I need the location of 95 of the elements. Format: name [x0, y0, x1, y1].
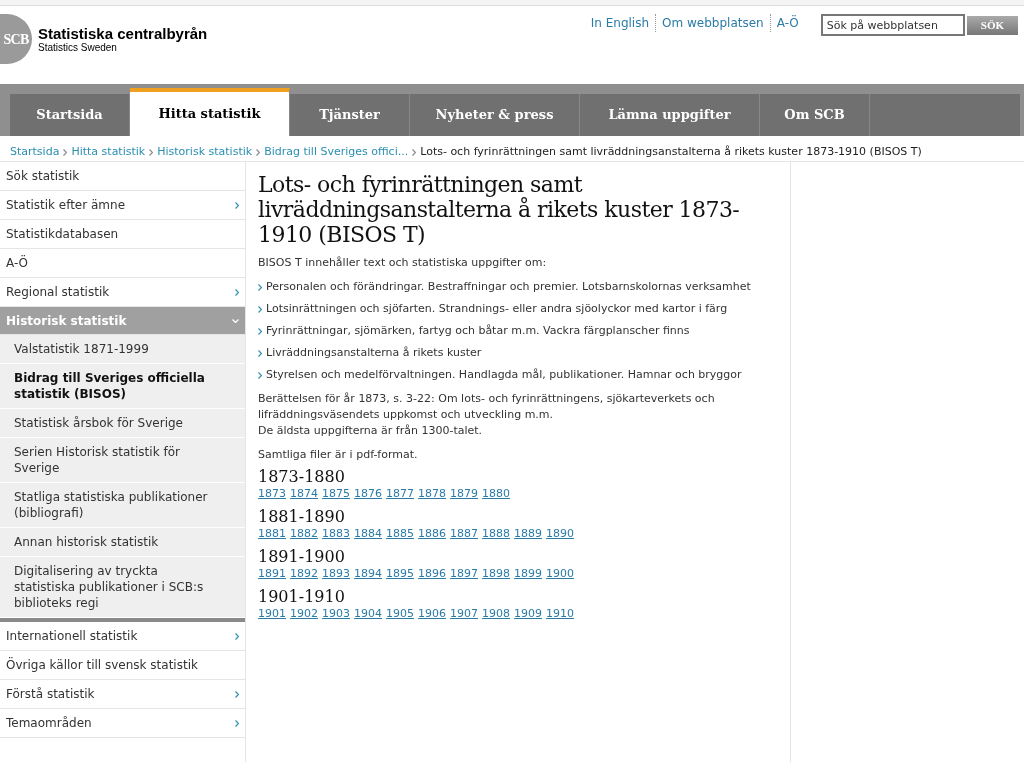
year-link[interactable]: 1875	[322, 487, 350, 501]
chevron-right-icon	[235, 201, 239, 209]
body-text: Berättelsen för år 1873, s. 3-22: Om lots- och fyrinrättningens, sjökarteverkets och lifräddningsväsendets uppkomst och utveckling m.m.	[258, 391, 716, 423]
year-link[interactable]: 1897	[450, 567, 478, 581]
year-link[interactable]: 1879	[450, 487, 478, 501]
year-link[interactable]: 1895	[386, 567, 414, 581]
separator-icon	[149, 148, 154, 156]
year-link[interactable]: 1894	[354, 567, 382, 581]
section-heading: 1891-1900	[258, 547, 346, 567]
bullet-icon	[258, 284, 262, 291]
sidebar-item-label: Förstå statistik	[6, 686, 95, 703]
sidebar-subitem[interactable]: Bidrag till Sveriges officiella statistik (BISOS)	[0, 364, 245, 409]
sidebar-subitem[interactable]: Valstatistik 1871-1999	[0, 335, 245, 364]
header-link[interactable]: In English	[584, 14, 656, 32]
sidebar-item-label: Temaområden	[6, 715, 92, 732]
separator-icon	[63, 148, 68, 156]
sidebar-subitem[interactable]: Statistisk årsbok för Sverige	[0, 409, 245, 438]
year-link[interactable]: 1906	[418, 607, 446, 621]
year-link[interactable]: 1890	[546, 527, 574, 541]
year-link[interactable]: 1900	[546, 567, 574, 581]
year-link[interactable]: 1878	[418, 487, 446, 501]
year-link[interactable]: 1876	[354, 487, 382, 501]
year-link[interactable]: 1898	[482, 567, 510, 581]
header-link[interactable]: Om webbplatsen	[655, 14, 770, 32]
sidebar-subitem[interactable]: Annan historisk statistik	[0, 528, 245, 557]
bullet-icon	[258, 372, 262, 379]
chevron-right-icon	[235, 719, 239, 727]
chevron-down-icon	[232, 318, 239, 323]
year-link[interactable]: 1893	[322, 567, 350, 581]
year-link[interactable]: 1892	[290, 567, 318, 581]
year-link[interactable]: 1907	[450, 607, 478, 621]
bullet-text: Personalen och förändringar. Bestraffningar och premier. Lotsbarnskolornas verksamhet	[266, 279, 751, 295]
bullet-text: Lotsinrättningen och sjöfarten. Strandnings- eller andra sjöolyckor med kartor i färg	[266, 301, 728, 317]
intro-text: BISOS T innehåller text och statistiska uppgifter om:	[258, 255, 548, 271]
sidebar-subitem[interactable]: Statliga statistiska publikationer (bibliografi)	[0, 483, 245, 528]
breadcrumb-link[interactable]: Historisk statistik	[157, 145, 253, 158]
year-link[interactable]: 1888	[482, 527, 510, 541]
separator-icon	[412, 148, 417, 156]
year-link[interactable]: 1881	[258, 527, 286, 541]
year-link[interactable]: 1880	[482, 487, 510, 501]
chevron-right-icon	[235, 288, 239, 296]
year-link[interactable]: 1873	[258, 487, 286, 501]
year-link[interactable]: 1901	[258, 607, 286, 621]
section-heading: 1873-1880	[258, 467, 346, 487]
body-text: De äldsta uppgifterna är från 1300-talet.	[258, 423, 484, 439]
year-link[interactable]: 1886	[418, 527, 446, 541]
year-link[interactable]: 1883	[322, 527, 350, 541]
year-link[interactable]: 1889	[514, 527, 542, 541]
year-link[interactable]: 1899	[514, 567, 542, 581]
section-heading: 1881-1890	[258, 507, 346, 527]
year-link[interactable]: 1905	[386, 607, 414, 621]
bullet-icon	[258, 350, 262, 357]
year-link[interactable]: 1902	[290, 607, 318, 621]
year-link[interactable]: 1882	[290, 527, 318, 541]
header-link[interactable]: A-Ö	[769, 14, 805, 32]
breadcrumb-current: Lots- och fyrinrättningen samt livräddningsanstalterna å rikets kuster 1873-1910 (BISOS T)	[420, 145, 922, 158]
year-link[interactable]: 1908	[482, 607, 510, 621]
bullet-text: Livräddningsanstalterna å rikets kuster	[266, 345, 482, 361]
year-link[interactable]: 1885	[386, 527, 414, 541]
section-heading: 1901-1910	[258, 587, 346, 607]
year-link[interactable]: 1891	[258, 567, 286, 581]
breadcrumb-link[interactable]: Hitta statistik	[71, 145, 146, 158]
sidebar-subitem[interactable]: Serien Historisk statistik för Sverige	[0, 438, 245, 483]
bullet-text: Styrelsen och medelförvaltningen. Handlagda mål, publikationer. Hamnar och bryggor	[266, 367, 742, 383]
sidebar-item-label: Statistik efter ämne	[6, 197, 126, 214]
year-link[interactable]: 1874	[290, 487, 318, 501]
sidebar-item[interactable]: Historisk statistik	[0, 307, 245, 335]
search-button[interactable]: SÖK	[966, 15, 1018, 35]
breadcrumb-link[interactable]: Bidrag till Sveriges offici...	[264, 145, 409, 158]
logo-mark[interactable]: SCB	[0, 14, 32, 64]
year-link[interactable]: 1909	[514, 607, 542, 621]
site-subtitle: Statistics Sweden	[38, 42, 118, 53]
bullet-icon	[258, 328, 262, 335]
sidebar-subitem[interactable]: Digitalisering av tryckta statistiska publikationer i SCB:s biblioteks regi	[0, 557, 245, 618]
chevron-right-icon	[235, 632, 239, 640]
page-title: Lots- och fyrinrättningen samt livräddningsanstalterna å rikets kuster 1873-1910 (BISOS T)	[258, 172, 741, 247]
separator-icon	[256, 148, 261, 156]
year-link[interactable]: 1877	[386, 487, 414, 501]
year-link[interactable]: 1904	[354, 607, 382, 621]
site-name: Statistiska centralbyrån	[38, 25, 208, 42]
breadcrumb-link[interactable]: Startsida	[10, 145, 60, 158]
year-link[interactable]: 1884	[354, 527, 382, 541]
year-link[interactable]: 1887	[450, 527, 478, 541]
sidebar-item-label: Internationell statistik	[6, 628, 138, 645]
year-link[interactable]: 1896	[418, 567, 446, 581]
search-field[interactable]: Sök på webbplatsen	[820, 14, 965, 36]
bullet-icon	[258, 306, 262, 313]
year-link[interactable]: 1903	[322, 607, 350, 621]
chevron-right-icon	[235, 690, 239, 698]
sidebar-item-label: Historisk statistik	[6, 312, 127, 330]
sidebar-item-label: Regional statistik	[6, 284, 110, 301]
year-link[interactable]: 1910	[546, 607, 574, 621]
body-text: Samtliga filer är i pdf-format.	[258, 447, 419, 463]
bullet-text: Fyrinrättningar, sjömärken, fartyg och båtar m.m. Vackra färgplanscher finns	[266, 323, 690, 339]
nav-tab[interactable]: Hitta statistik	[130, 88, 290, 136]
